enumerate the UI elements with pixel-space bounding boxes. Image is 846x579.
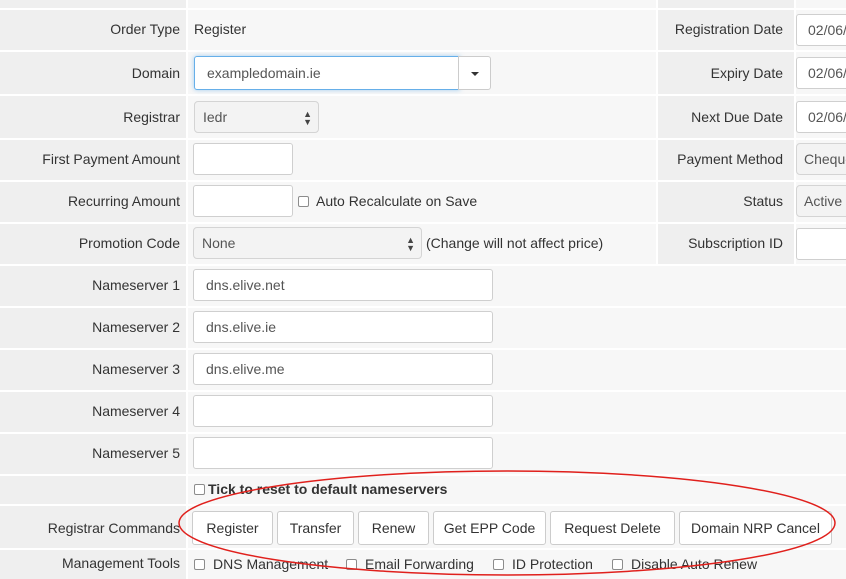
domain-nrp-cancel-button[interactable]: Domain NRP Cancel [679, 511, 832, 545]
id-protection-checkbox[interactable] [493, 559, 504, 570]
registrar-select[interactable]: Iedr ▲ ▼ [194, 101, 319, 133]
registration-date-input[interactable]: 02/06/ [796, 14, 846, 46]
promotion-code-select[interactable]: None ▲ ▼ [193, 227, 422, 259]
status-select[interactable]: Active [796, 185, 846, 217]
next-due-date-label: Next Due Date [691, 109, 783, 125]
status-selected-value: Active [804, 193, 843, 209]
select-arrows-icon: ▲ ▼ [406, 235, 415, 253]
auto-recalculate-label: Auto Recalculate on Save [316, 193, 478, 209]
disable-auto-renew-checkbox[interactable] [612, 559, 623, 570]
reset-nameservers-label: Tick to reset to default nameservers [208, 481, 448, 497]
domain-input[interactable]: exampledomain.ie [194, 56, 460, 90]
nameserver-2-label: Nameserver 2 [92, 319, 180, 335]
promotion-note: (Change will not affect price) [426, 235, 604, 251]
renew-button[interactable]: Renew [358, 511, 429, 545]
registrar-label: Registrar [123, 109, 180, 125]
domain-dropdown-button[interactable] [458, 56, 491, 90]
reset-nameservers-checkbox[interactable] [194, 484, 205, 495]
nameserver-3-input[interactable]: dns.elive.me [193, 353, 493, 385]
expiry-date-label: Expiry Date [710, 65, 783, 81]
registrar-selected-value: Iedr [203, 109, 228, 125]
nameserver-5-label: Nameserver 5 [92, 445, 180, 461]
order-type-label: Order Type [110, 21, 180, 37]
registration-date-label: Registration Date [674, 21, 783, 37]
disable-auto-renew-label: Disable Auto Renew [631, 556, 758, 572]
order-type-value: Register [194, 21, 247, 37]
nameserver-1-label: Nameserver 1 [92, 277, 180, 293]
payment-method-label: Payment Method [677, 151, 783, 167]
next-due-date-input[interactable]: 02/06/ [796, 101, 846, 133]
recurring-amount-label: Recurring Amount [67, 193, 180, 209]
dns-management-label: DNS Management [213, 556, 329, 572]
recurring-amount-input[interactable] [193, 185, 293, 217]
subscription-id-input[interactable] [796, 228, 846, 260]
registrar-commands-label: Registrar Commands [47, 520, 180, 536]
nameserver-4-label: Nameserver 4 [92, 403, 180, 419]
get-epp-code-button[interactable]: Get EPP Code [433, 511, 546, 545]
subscription-id-label: Subscription ID [688, 235, 783, 251]
nameserver-1-input[interactable]: dns.elive.net [193, 269, 493, 301]
expiry-date-input[interactable]: 02/06/ [796, 57, 846, 89]
caret-down-icon [471, 72, 479, 76]
register-button[interactable]: Register [192, 511, 273, 545]
request-delete-button[interactable]: Request Delete [550, 511, 675, 545]
transfer-button[interactable]: Transfer [277, 511, 354, 545]
promotion-code-label: Promotion Code [78, 235, 180, 251]
promotion-selected-value: None [202, 235, 236, 251]
payment-method-selected-value: Cheque [804, 151, 846, 167]
email-forwarding-checkbox[interactable] [346, 559, 357, 570]
domain-label: Domain [131, 65, 180, 81]
nameserver-4-input[interactable] [193, 395, 493, 427]
first-payment-input[interactable] [193, 143, 293, 175]
management-tools-label: Management Tools [61, 555, 180, 571]
auto-recalculate-checkbox[interactable] [298, 196, 309, 207]
select-arrows-icon: ▲ ▼ [303, 109, 312, 127]
nameserver-5-input[interactable] [193, 437, 493, 469]
id-protection-label: ID Protection [512, 556, 593, 572]
first-payment-label: First Payment Amount [42, 151, 180, 167]
nameserver-2-input[interactable]: dns.elive.ie [193, 311, 493, 343]
payment-method-select[interactable]: Cheque [796, 143, 846, 175]
status-label: Status [743, 193, 783, 209]
email-forwarding-label: Email Forwarding [365, 556, 474, 572]
nameserver-3-label: Nameserver 3 [92, 361, 180, 377]
dns-management-checkbox[interactable] [194, 559, 205, 570]
